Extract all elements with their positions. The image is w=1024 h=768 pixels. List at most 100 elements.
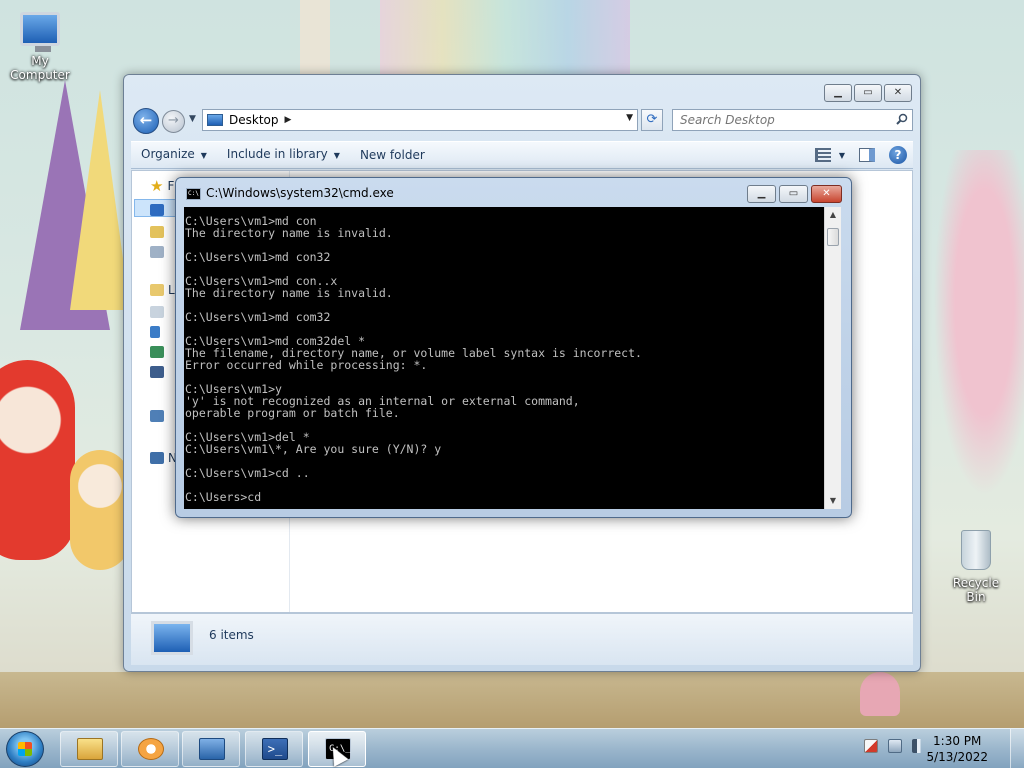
new-folder-label: New folder [359, 148, 425, 162]
taskbar-app-windows-explorer[interactable] [60, 731, 118, 767]
maximize-button[interactable]: ▭ [854, 84, 882, 102]
cmd-window-controls: ▁ ▭ ✕ [747, 185, 842, 203]
item-count: 6 items [209, 628, 254, 642]
desktop-icon-label: My Computer [10, 54, 70, 82]
wallpaper-rainbow [380, 0, 630, 78]
nav-item-music[interactable] [150, 323, 160, 341]
include-in-library-button[interactable]: Include in library ▼ [217, 140, 350, 170]
wallpaper-doll-red [0, 360, 75, 560]
refresh-button[interactable]: ⟳ [641, 109, 663, 131]
desktop-icon-recycle-bin[interactable]: Recycle Bin [942, 530, 1010, 604]
view-controls: ▼ ? [814, 146, 907, 164]
favorites-star-icon: ★ [150, 177, 164, 195]
desktop-icon-my-computer[interactable]: My Computer [2, 12, 78, 82]
computer-icon [150, 410, 164, 422]
documents-icon [150, 306, 164, 318]
desktop-thumbnail-icon [151, 621, 193, 655]
chevron-down-icon: ▼ [333, 151, 340, 160]
forward-button[interactable]: → [162, 110, 185, 133]
cmd-minimize-button[interactable]: ▁ [747, 185, 776, 203]
explorer-window-controls: ▁ ▭ ✕ [824, 84, 912, 102]
wallpaper-tree-trunk [300, 0, 330, 78]
breadcrumb-arrow-icon[interactable]: ▶ [285, 115, 292, 125]
scroll-down-icon[interactable]: ▼ [825, 493, 841, 509]
nav-item-documents[interactable] [150, 303, 164, 321]
views-icon [814, 148, 831, 162]
nav-libraries-label: L [168, 283, 175, 297]
cmd-scrollbar[interactable]: ▲ ▼ [824, 207, 841, 509]
computer-icon [20, 12, 60, 52]
organize-label: Organize [141, 147, 195, 161]
nav-libraries[interactable]: L [150, 281, 175, 299]
wallpaper-cone-yellow [70, 90, 130, 310]
scroll-thumb[interactable] [827, 228, 839, 246]
nav-item-pictures[interactable] [150, 343, 164, 361]
cmd-window-icon[interactable]: C:\ [186, 188, 201, 200]
search-icon[interactable] [896, 113, 908, 125]
console-area[interactable]: C:\Users\vm1>md con The directory name i… [184, 207, 824, 509]
chevron-down-icon: ▼ [838, 150, 845, 160]
taskbar-app-remote-desktop[interactable] [182, 731, 240, 767]
desktop-location-icon [207, 114, 223, 126]
nav-item-downloads[interactable] [150, 223, 164, 241]
wallpaper-pink-plant [925, 150, 1024, 530]
clock-time: 1:30 PM [933, 734, 982, 748]
videos-icon [150, 366, 164, 378]
organize-button[interactable]: Organize ▼ [131, 140, 217, 170]
include-in-library-label: Include in library [226, 147, 328, 161]
music-icon [150, 326, 160, 338]
desktop-icon [150, 204, 164, 216]
folder-icon [77, 738, 103, 760]
volume-icon[interactable] [912, 739, 926, 753]
cmd-window[interactable]: C:\ C:\Windows\system32\cmd.exe ▁ ▭ ✕ C:… [175, 177, 852, 518]
search-input[interactable] [673, 110, 873, 130]
help-icon[interactable]: ? [889, 146, 907, 164]
powershell-icon: >_ [262, 738, 288, 760]
remote-desktop-icon [199, 738, 225, 760]
network-icon[interactable] [888, 739, 902, 753]
notification-area [864, 739, 926, 753]
pictures-icon [150, 346, 164, 358]
address-bar[interactable]: Desktop ▶ ▼ [202, 109, 638, 131]
media-player-icon [138, 738, 164, 760]
libraries-icon [150, 284, 164, 296]
cmd-maximize-button[interactable]: ▭ [779, 185, 808, 203]
console-output: C:\Users\vm1>md con The directory name i… [185, 214, 642, 504]
downloads-icon [150, 226, 164, 238]
search-box[interactable] [672, 109, 913, 131]
nav-item-recent[interactable] [150, 243, 164, 261]
clock-date: 5/13/2022 [926, 750, 988, 764]
nav-network[interactable]: N [150, 449, 177, 467]
chevron-down-icon: ▼ [200, 151, 207, 160]
nav-computer[interactable] [150, 407, 164, 425]
change-view-button[interactable]: ▼ [814, 148, 845, 162]
minimize-button[interactable]: ▁ [824, 84, 852, 102]
details-pane: 6 items [131, 613, 913, 665]
nav-favorites[interactable]: ★ F [150, 177, 174, 195]
cmd-close-button[interactable]: ✕ [811, 185, 842, 203]
scroll-up-icon[interactable]: ▲ [825, 207, 841, 223]
close-button[interactable]: ✕ [884, 84, 912, 102]
explorer-nav-row: ← → ▼ Desktop ▶ ▼ ⟳ [131, 108, 913, 134]
taskbar-app-powershell[interactable]: >_ [245, 731, 303, 767]
taskbar-app-media-player[interactable] [121, 731, 179, 767]
command-bar: Organize ▼ Include in library ▼ New folder… [131, 141, 913, 169]
back-button[interactable]: ← [133, 108, 159, 134]
start-button[interactable] [6, 731, 44, 767]
action-center-flag-icon[interactable] [864, 739, 878, 753]
nav-item-desktop[interactable] [150, 201, 164, 219]
recent-places-icon [150, 246, 164, 258]
address-dropdown-icon[interactable]: ▼ [626, 113, 633, 123]
show-desktop-button[interactable] [1010, 729, 1024, 768]
cmd-titlebar[interactable]: C:\ C:\Windows\system32\cmd.exe ▁ ▭ ✕ [176, 178, 851, 208]
preview-pane-icon[interactable] [859, 148, 875, 162]
nav-item-videos[interactable] [150, 363, 164, 381]
network-icon [150, 452, 164, 464]
taskbar: >_ C:\_ 1:30 PM 5/13/2022 [0, 728, 1024, 768]
new-folder-button[interactable]: New folder [350, 141, 435, 169]
desktop-icon-label: Recycle Bin [952, 576, 1000, 604]
nav-favorites-label: F [167, 179, 175, 193]
address-location[interactable]: Desktop [229, 113, 279, 127]
clock[interactable]: 1:30 PM 5/13/2022 [926, 733, 988, 765]
recent-pages-chevron-icon[interactable]: ▼ [189, 114, 196, 124]
